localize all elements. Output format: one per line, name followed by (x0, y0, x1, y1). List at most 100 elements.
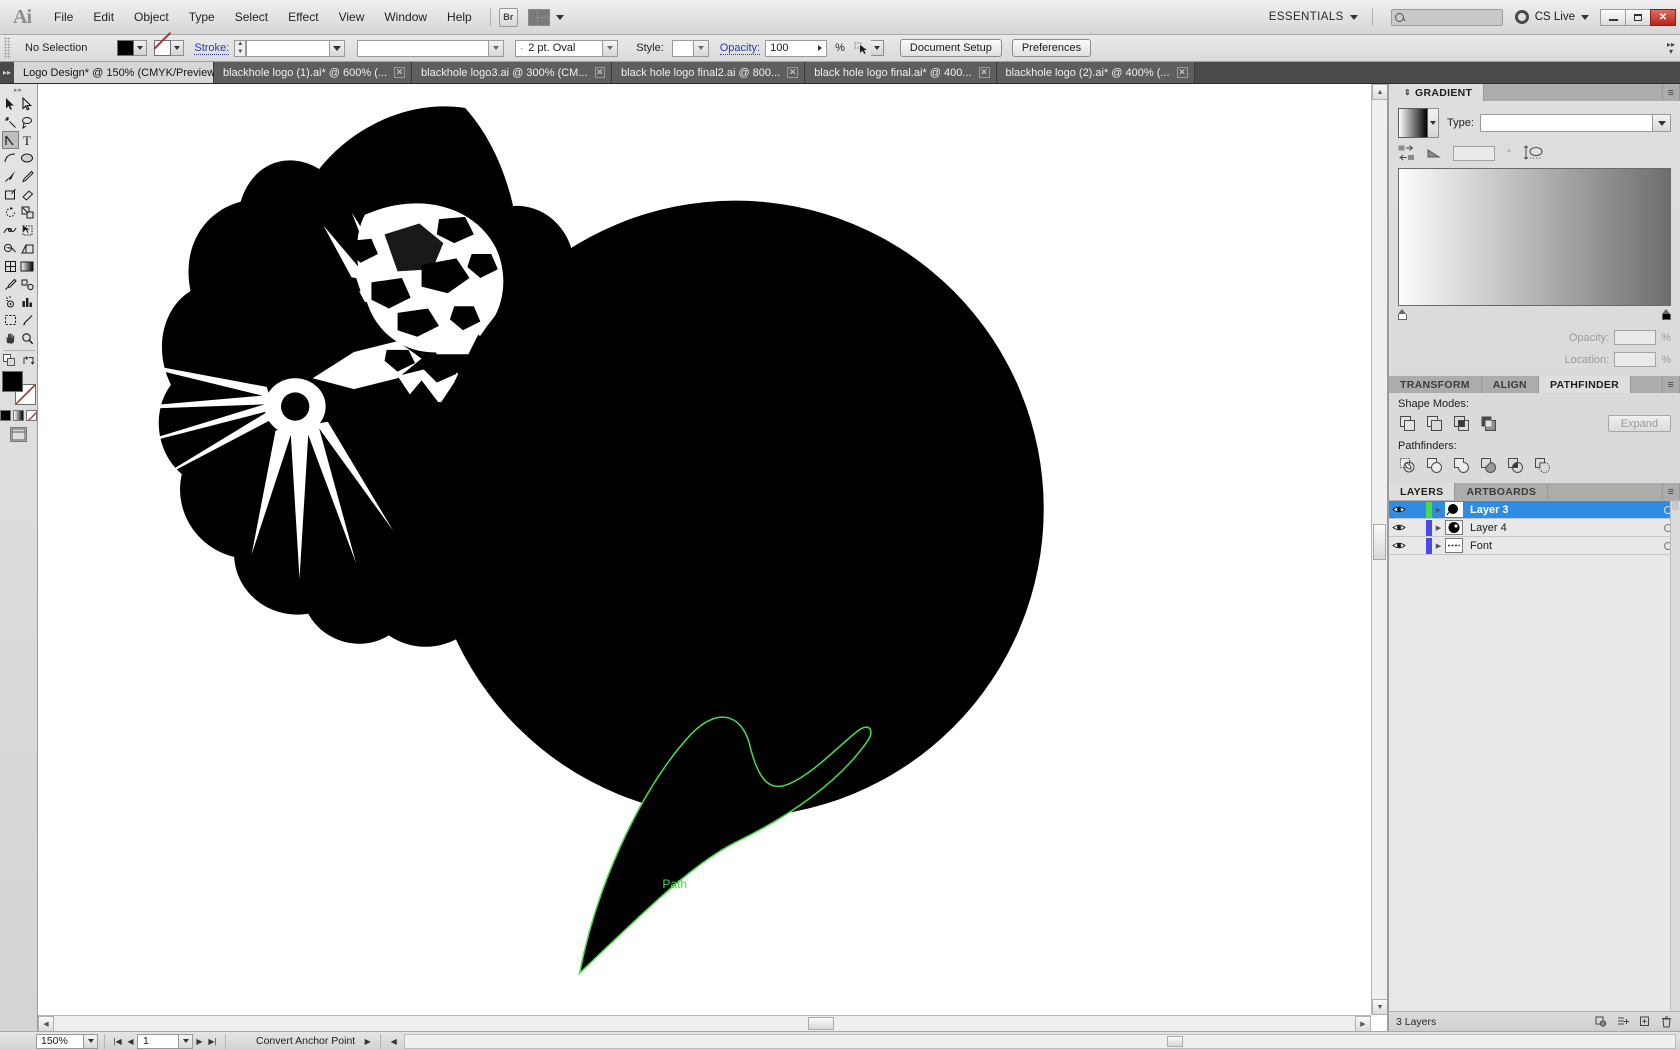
tab-pathfinder[interactable]: PATHFINDER (1538, 376, 1632, 393)
width-profile-chevron-down-icon[interactable] (603, 39, 619, 57)
tool-line-segment[interactable] (2, 149, 19, 167)
tool-gradient[interactable] (19, 257, 36, 275)
layers-scrollbar[interactable] (1670, 501, 1680, 1011)
gradient-type-field[interactable] (1479, 114, 1653, 132)
stroke-weight-chevron-down-icon[interactable] (330, 39, 346, 57)
create-new-sublayer-icon[interactable] (1616, 1015, 1629, 1028)
menu-file[interactable]: File (44, 0, 83, 34)
layer-row-2[interactable]: ▶ Font (1389, 537, 1680, 555)
vertical-scroll-thumb[interactable] (1373, 524, 1386, 560)
zoom-level-field[interactable]: 150% (36, 1033, 84, 1049)
visibility-eye-icon[interactable] (1389, 541, 1409, 550)
width-profile-control[interactable]: · 2 pt. Oval (515, 39, 619, 57)
tool-slice[interactable] (19, 311, 36, 329)
brush-definition-control[interactable] (357, 39, 505, 57)
search-input[interactable] (1390, 8, 1503, 26)
canvas-horizontal-scrollbar[interactable]: ◀ ▶ (38, 1015, 1371, 1031)
panel-collapse-icon[interactable]: ⇕ (1400, 88, 1415, 97)
lock-toggle[interactable] (1409, 501, 1426, 518)
tool-hand[interactable] (2, 329, 19, 347)
document-tab-3[interactable]: black hole logo final2.ai @ 800... ✕ (612, 62, 806, 83)
close-icon[interactable]: ✕ (594, 67, 606, 78)
gradient-stop-end[interactable] (1662, 309, 1671, 320)
tool-pencil[interactable] (19, 167, 36, 185)
tool-rotate[interactable] (2, 203, 19, 221)
gradient-panel-menu-icon[interactable]: ≡ (1662, 84, 1680, 101)
tool-mesh[interactable] (2, 257, 19, 275)
graphic-style-control[interactable] (671, 39, 709, 57)
canvas-area[interactable]: Path ▲ ▼ ◀ ▶ (38, 84, 1388, 1031)
artboard-chevron-down-icon[interactable] (179, 1033, 193, 1049)
pathfinder-crop-icon[interactable] (1479, 456, 1498, 475)
horizontal-scroll-thumb[interactable] (808, 1017, 834, 1030)
delete-selection-icon[interactable] (1660, 1015, 1673, 1028)
tool-pen[interactable] (1, 131, 19, 149)
tool-ellipse[interactable] (19, 149, 36, 167)
layer-name[interactable]: Font (1463, 540, 1492, 552)
document-tab-0[interactable]: Logo Design* @ 150% (CMYK/Preview) ✕ (14, 62, 236, 83)
document-tab-5[interactable]: blackhole logo (2).ai* @ 400% (... ✕ (996, 62, 1195, 83)
create-new-layer-icon[interactable] (1638, 1015, 1651, 1028)
default-fill-stroke-icon[interactable] (2, 354, 16, 367)
tool-eraser[interactable] (19, 185, 36, 203)
disclosure-triangle-icon[interactable]: ▶ (1432, 542, 1445, 550)
gradient-slider[interactable] (1398, 309, 1671, 320)
expand-button[interactable]: Expand (1607, 415, 1671, 432)
tool-column-graph[interactable] (19, 293, 36, 311)
tool-width[interactable] (2, 221, 19, 239)
graphic-style-chevron-down-icon[interactable] (693, 39, 709, 57)
status-scroll-left-icon[interactable]: ◀ (387, 1034, 400, 1049)
close-icon[interactable]: ✕ (787, 67, 799, 78)
tab-gradient[interactable]: ⇕ GRADIENT (1389, 84, 1485, 101)
make-clipping-mask-icon[interactable] (1594, 1015, 1607, 1028)
layer-row-1[interactable]: ▶ Layer 4 (1389, 519, 1680, 537)
transparency-dropdown-button[interactable] (870, 40, 884, 56)
stroke-weight-field[interactable] (246, 39, 331, 57)
tab-artboards[interactable]: ARTBOARDS (1455, 483, 1549, 500)
gradient-opacity-field[interactable] (1614, 330, 1657, 345)
disclosure-triangle-icon[interactable]: ▶ (1432, 506, 1445, 514)
minimize-button[interactable] (1600, 8, 1626, 26)
next-artboard-icon[interactable]: ▶ (193, 1034, 206, 1049)
pathfinder-panel-menu-icon[interactable]: ≡ (1662, 376, 1680, 393)
status-scroll-thumb[interactable] (1167, 1035, 1184, 1047)
lock-toggle[interactable] (1409, 519, 1426, 536)
tool-magic-wand[interactable] (2, 113, 19, 131)
brush-definition-field[interactable] (357, 39, 490, 57)
reverse-gradient-icon[interactable] (1398, 145, 1415, 161)
layers-panel-menu-icon[interactable]: ≡ (1662, 483, 1680, 500)
screen-mode-button[interactable] (10, 427, 27, 442)
pathfinder-intersect-icon[interactable] (1452, 414, 1471, 433)
control-bar-overflow-icon[interactable]: ▸▸ ▾ (1664, 37, 1678, 59)
fill-dropdown-button[interactable] (134, 40, 148, 56)
gradient-button[interactable] (13, 410, 24, 421)
pathfinder-minus-back-icon[interactable] (1533, 456, 1552, 475)
tool-scale[interactable] (19, 203, 36, 221)
artboard-artwork[interactable]: Path (38, 84, 1387, 1031)
swap-fill-stroke-icon[interactable] (22, 355, 35, 367)
stroke-color-swatch[interactable] (154, 40, 172, 56)
arrange-chevron-down-icon[interactable] (555, 14, 564, 20)
menu-window[interactable]: Window (374, 0, 437, 34)
pathfinder-merge-icon[interactable] (1452, 456, 1471, 475)
pathfinder-divide-icon[interactable] (1398, 456, 1417, 475)
visibility-eye-icon[interactable] (1389, 505, 1409, 514)
gradient-location-field[interactable] (1614, 352, 1657, 367)
gradient-swatch[interactable] (1398, 108, 1428, 138)
lock-toggle[interactable] (1409, 537, 1426, 554)
close-icon[interactable]: ✕ (394, 67, 406, 78)
pathfinder-exclude-icon[interactable] (1479, 414, 1498, 433)
bridge-icon[interactable]: Br (498, 7, 518, 27)
close-icon[interactable]: ✕ (978, 67, 990, 78)
tool-blend[interactable] (19, 275, 36, 293)
tool-perspective-grid[interactable] (19, 239, 36, 257)
layer-name[interactable]: Layer 4 (1463, 522, 1507, 534)
control-bar-grip[interactable] (4, 37, 11, 59)
menu-help[interactable]: Help (437, 0, 482, 34)
layer-list[interactable]: ▶ Layer 3 ▶ Layer 4 ▶ Font (1389, 500, 1680, 1011)
tool-lasso[interactable] (19, 113, 36, 131)
zoom-control[interactable]: 150% (36, 1033, 98, 1049)
tool-blob-brush[interactable] (2, 185, 19, 203)
tool-artboard[interactable] (2, 311, 19, 329)
first-artboard-icon[interactable]: |◀ (111, 1034, 124, 1049)
